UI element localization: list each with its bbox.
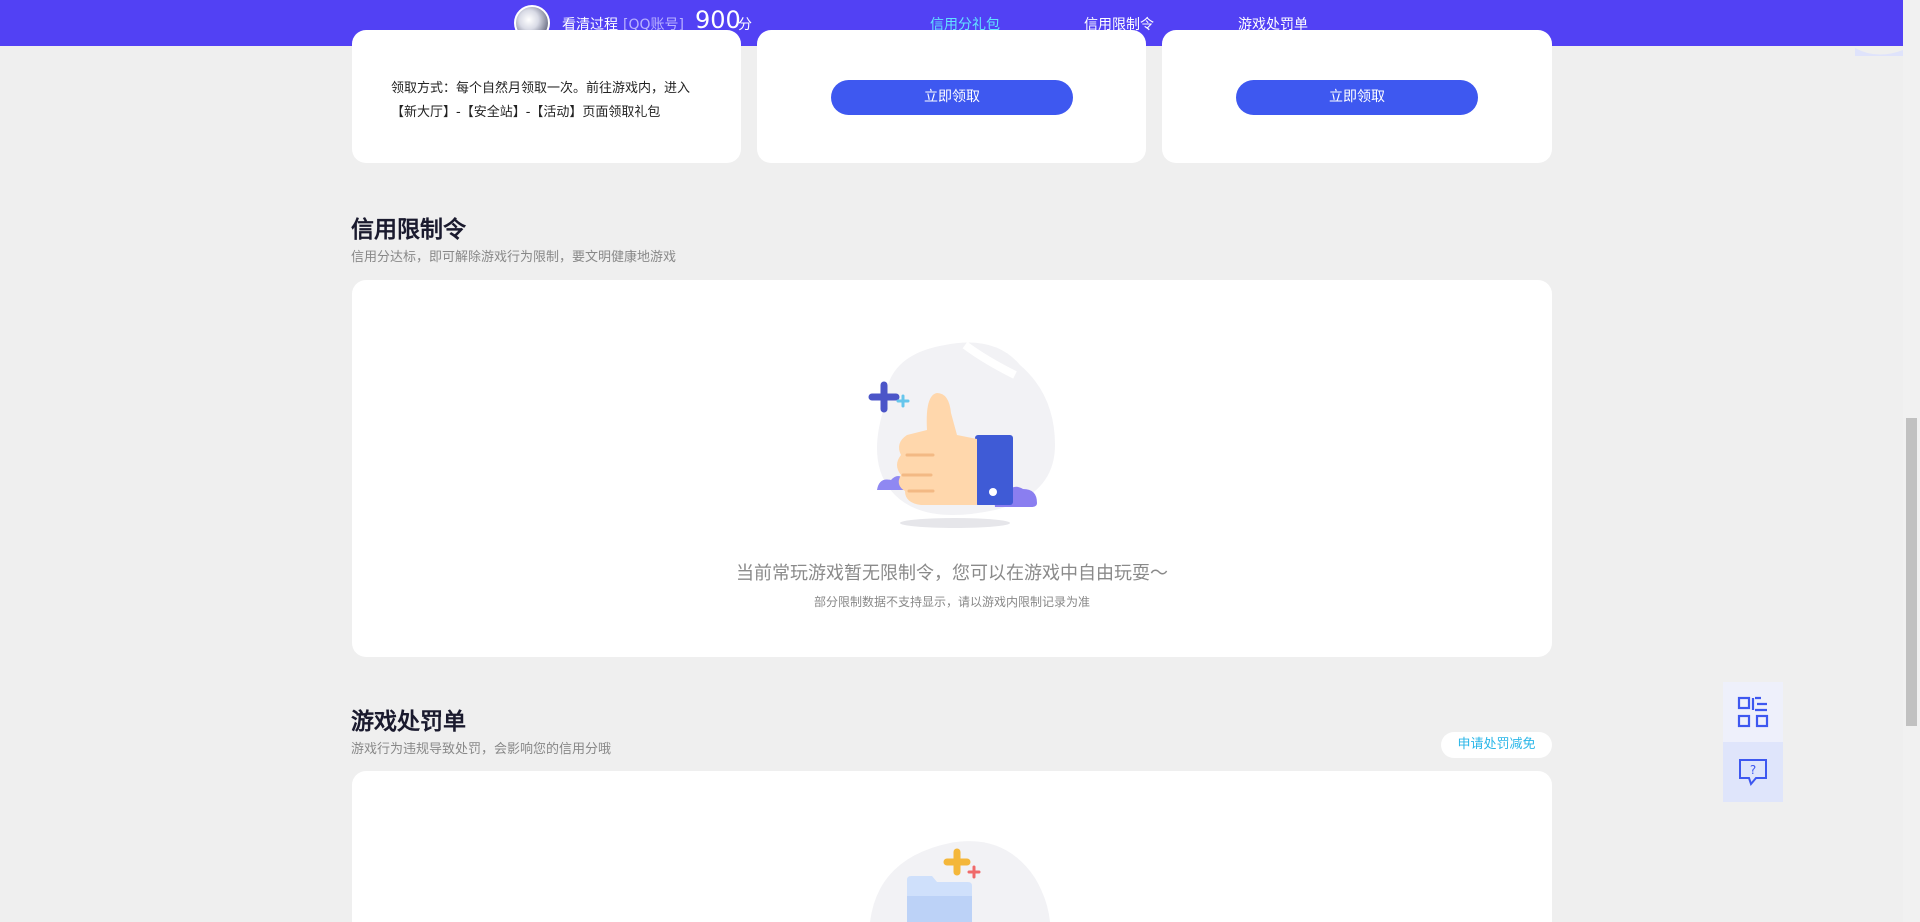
penalty-folder-illustration — [870, 841, 1050, 922]
penalty-section-subtitle: 游戏行为违规导致处罚，会影响您的信用分哦 — [351, 742, 612, 757]
restriction-section-title: 信用限制令 — [351, 217, 466, 243]
qr-code-button[interactable] — [1723, 682, 1783, 742]
restriction-empty-note: 部分限制数据不支持显示，请以游戏内限制记录为准 — [813, 595, 1090, 609]
claim-now-button-1[interactable]: 立即领取 — [831, 80, 1073, 115]
claim-now-button-2[interactable]: 立即领取 — [1236, 80, 1478, 115]
help-button[interactable]: ? — [1723, 742, 1783, 802]
thumbs-up-illustration — [868, 341, 1055, 528]
apply-penalty-reduction-button[interactable]: 申请处罚减免 — [1441, 732, 1552, 758]
help-chat-icon: ? — [1739, 759, 1767, 787]
restriction-section-subtitle: 信用分达标，即可解除游戏行为限制，要文明健康地游戏 — [351, 250, 677, 265]
gift-claim-method-text: 领取方式：每个自然月领取一次。前往游戏内，进入【新大厅】-【安全站】-【活动】页… — [391, 81, 691, 120]
penalty-section-title: 游戏处罚单 — [351, 709, 466, 735]
page-scrollbar-thumb[interactable] — [1906, 418, 1917, 726]
credit-score-unit: 分 — [738, 17, 752, 33]
svg-text:?: ? — [1750, 763, 1756, 777]
corner-decoration — [1855, 30, 1903, 56]
qr-code-icon — [1737, 696, 1769, 728]
restriction-empty-title: 当前常玩游戏暂无限制令，您可以在游戏中自由玩耍～ — [736, 563, 1168, 584]
side-float-panel: ? — [1723, 682, 1783, 802]
